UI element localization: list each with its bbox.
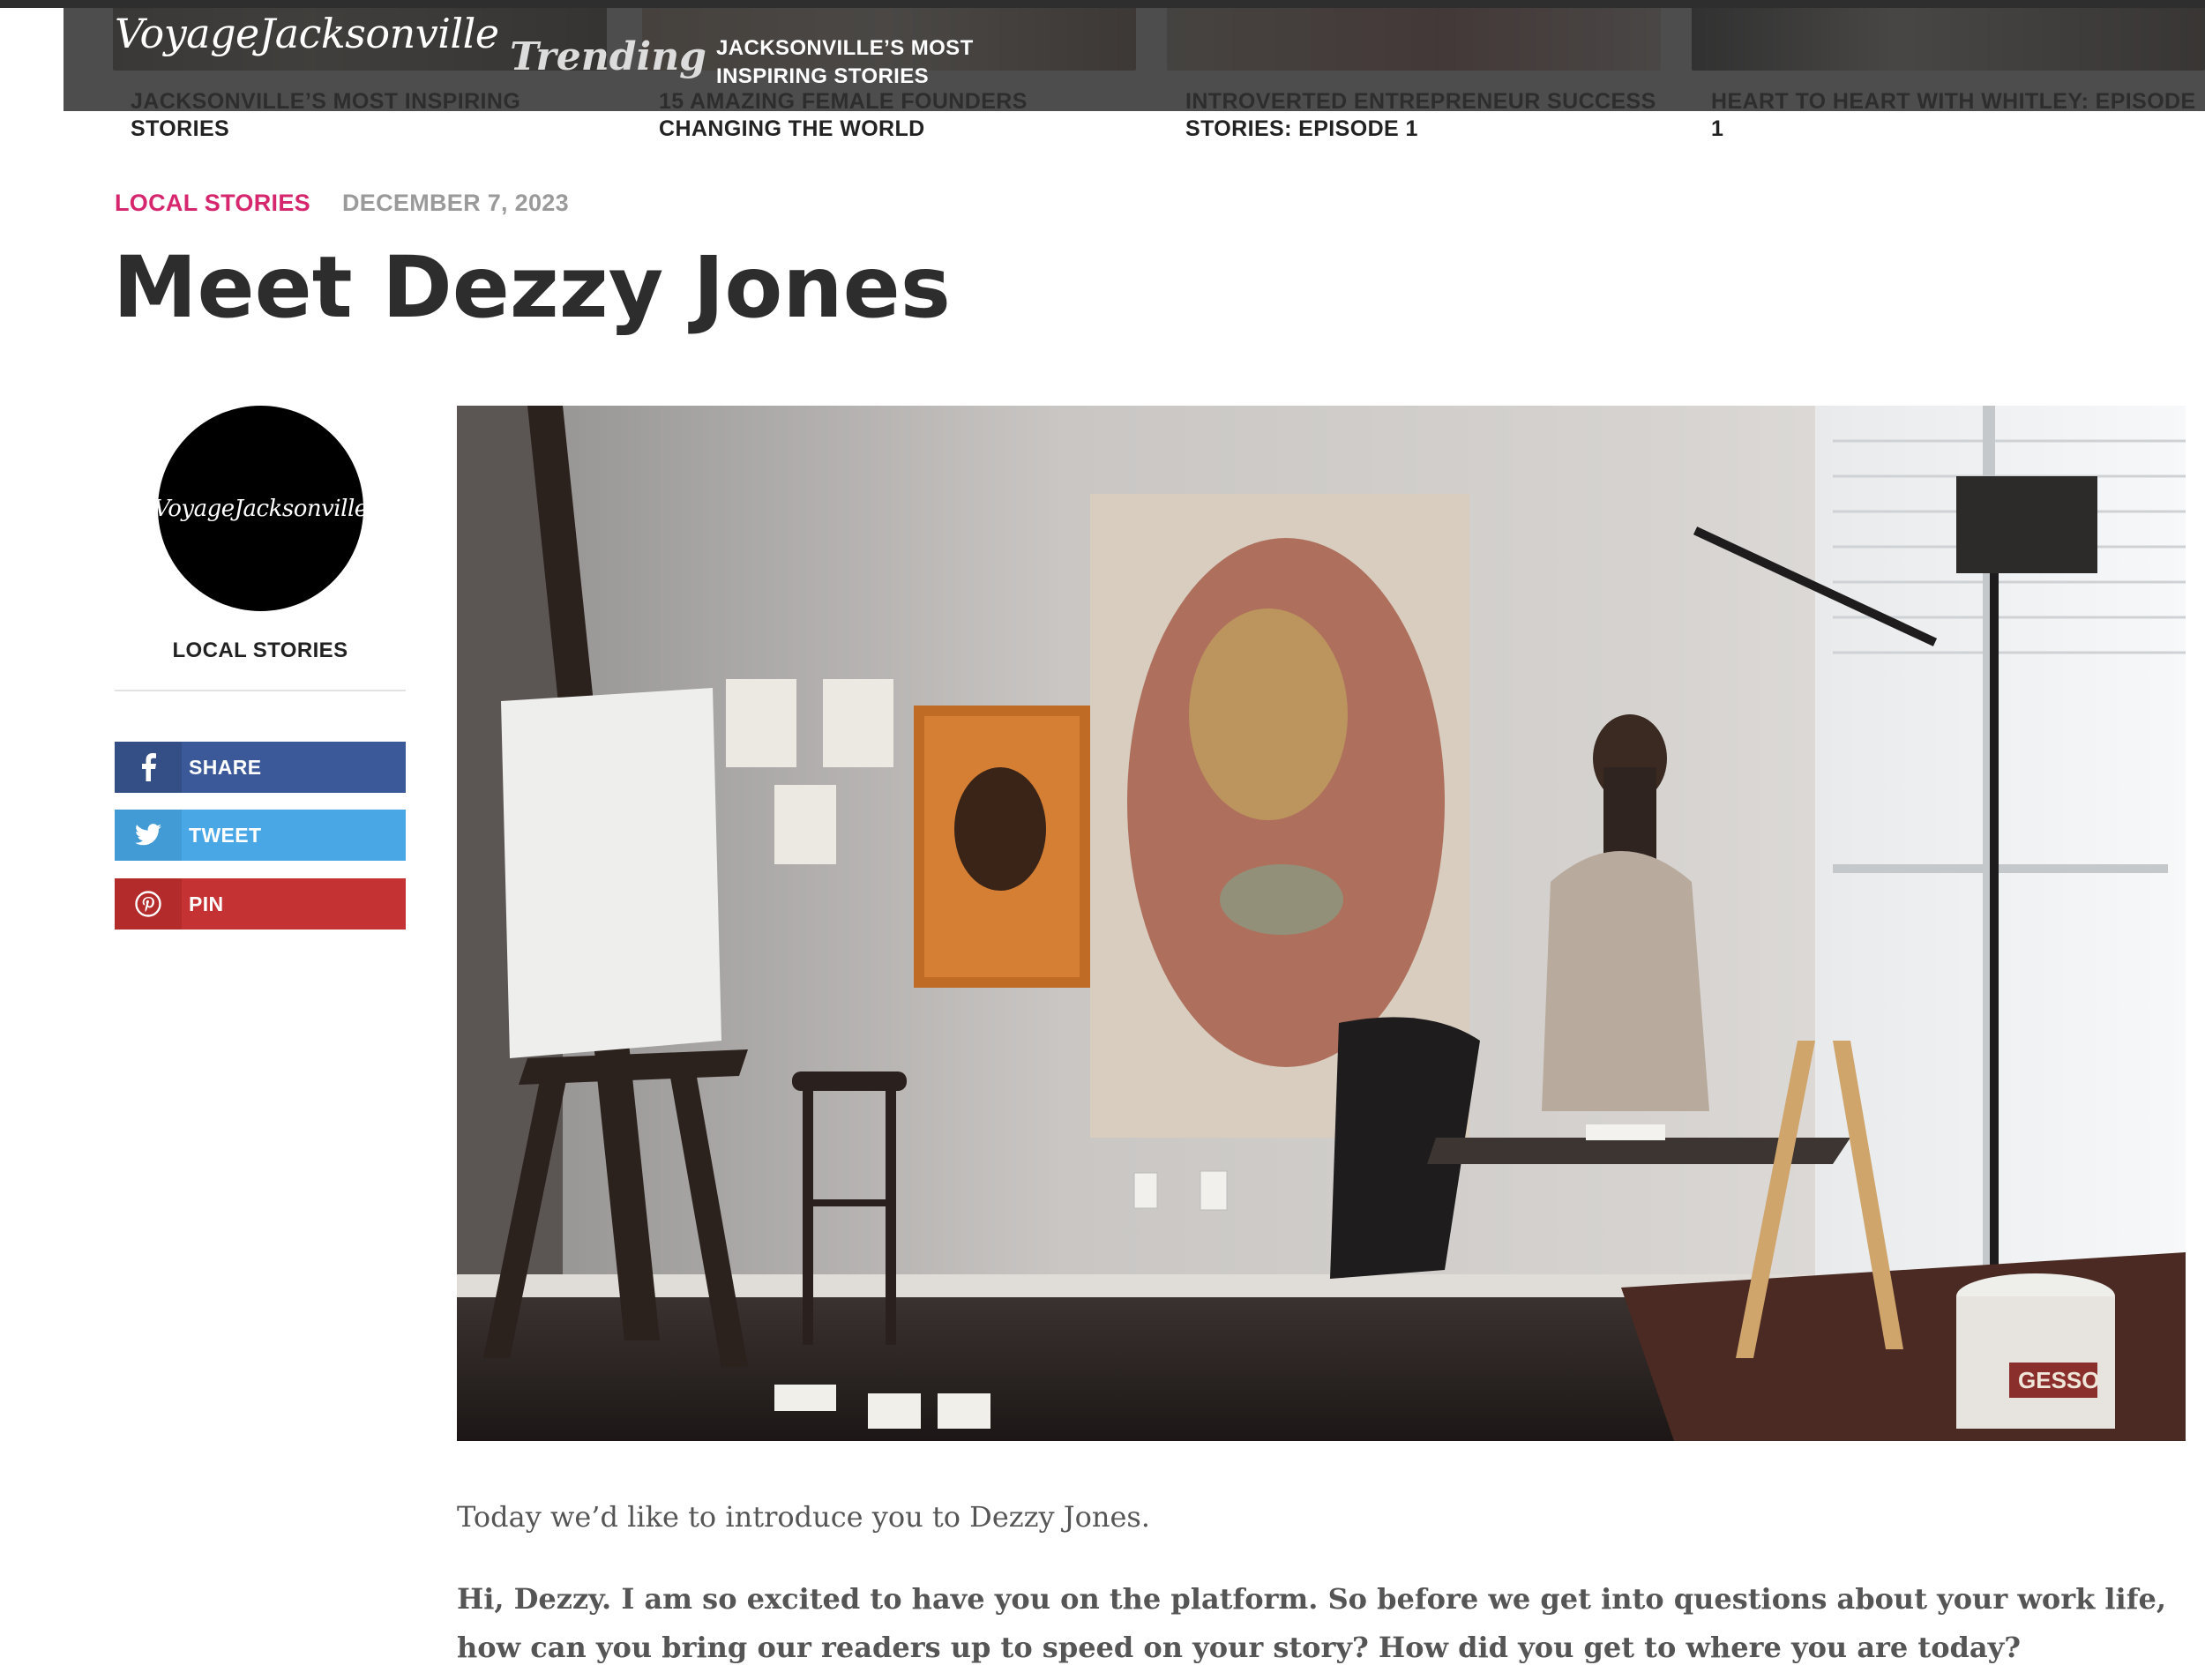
facebook-share-button[interactable]: SHARE [115, 742, 406, 793]
interview-question: Hi, Dezzy. I am so excited to have you o… [457, 1582, 2166, 1664]
pinterest-icon [115, 878, 182, 930]
twitter-share-button[interactable]: TWEET [115, 810, 406, 861]
trending-label: Trending [510, 34, 706, 79]
top-border [0, 0, 2205, 8]
share-label: SHARE [189, 755, 262, 779]
site-header: VoyageJacksonville Trending JACKSONVILLE… [64, 8, 2205, 111]
gesso-label: GESSO [2018, 1367, 2099, 1393]
article-intro: Today we’d like to introduce you to Dezz… [457, 1500, 1150, 1534]
article-category[interactable]: LOCAL STORIES [115, 190, 310, 217]
avatar-logo-text: VoyageJacksonville [153, 495, 368, 522]
pinterest-share-button[interactable]: PIN [115, 878, 406, 930]
tweet-label: TWEET [189, 823, 262, 847]
facebook-icon [115, 742, 182, 793]
site-logo[interactable]: VoyageJacksonville [115, 10, 499, 57]
article-date: DECEMBER 7, 2023 [342, 190, 569, 216]
pin-label: PIN [189, 892, 224, 915]
twitter-icon [115, 810, 182, 861]
studio-photo-illustration: GESSO [457, 406, 2186, 1441]
sidebar-divider [115, 690, 406, 691]
article-hero-photo: GESSO [457, 406, 2186, 1441]
author-avatar[interactable]: VoyageJacksonville [153, 406, 368, 611]
author-category[interactable]: LOCAL STORIES [115, 638, 406, 663]
trending-current-link[interactable]: JACKSONVILLE’S MOST INSPIRING STORIES [716, 34, 1034, 91]
article-title: Meet Dezzy Jones [113, 238, 951, 337]
